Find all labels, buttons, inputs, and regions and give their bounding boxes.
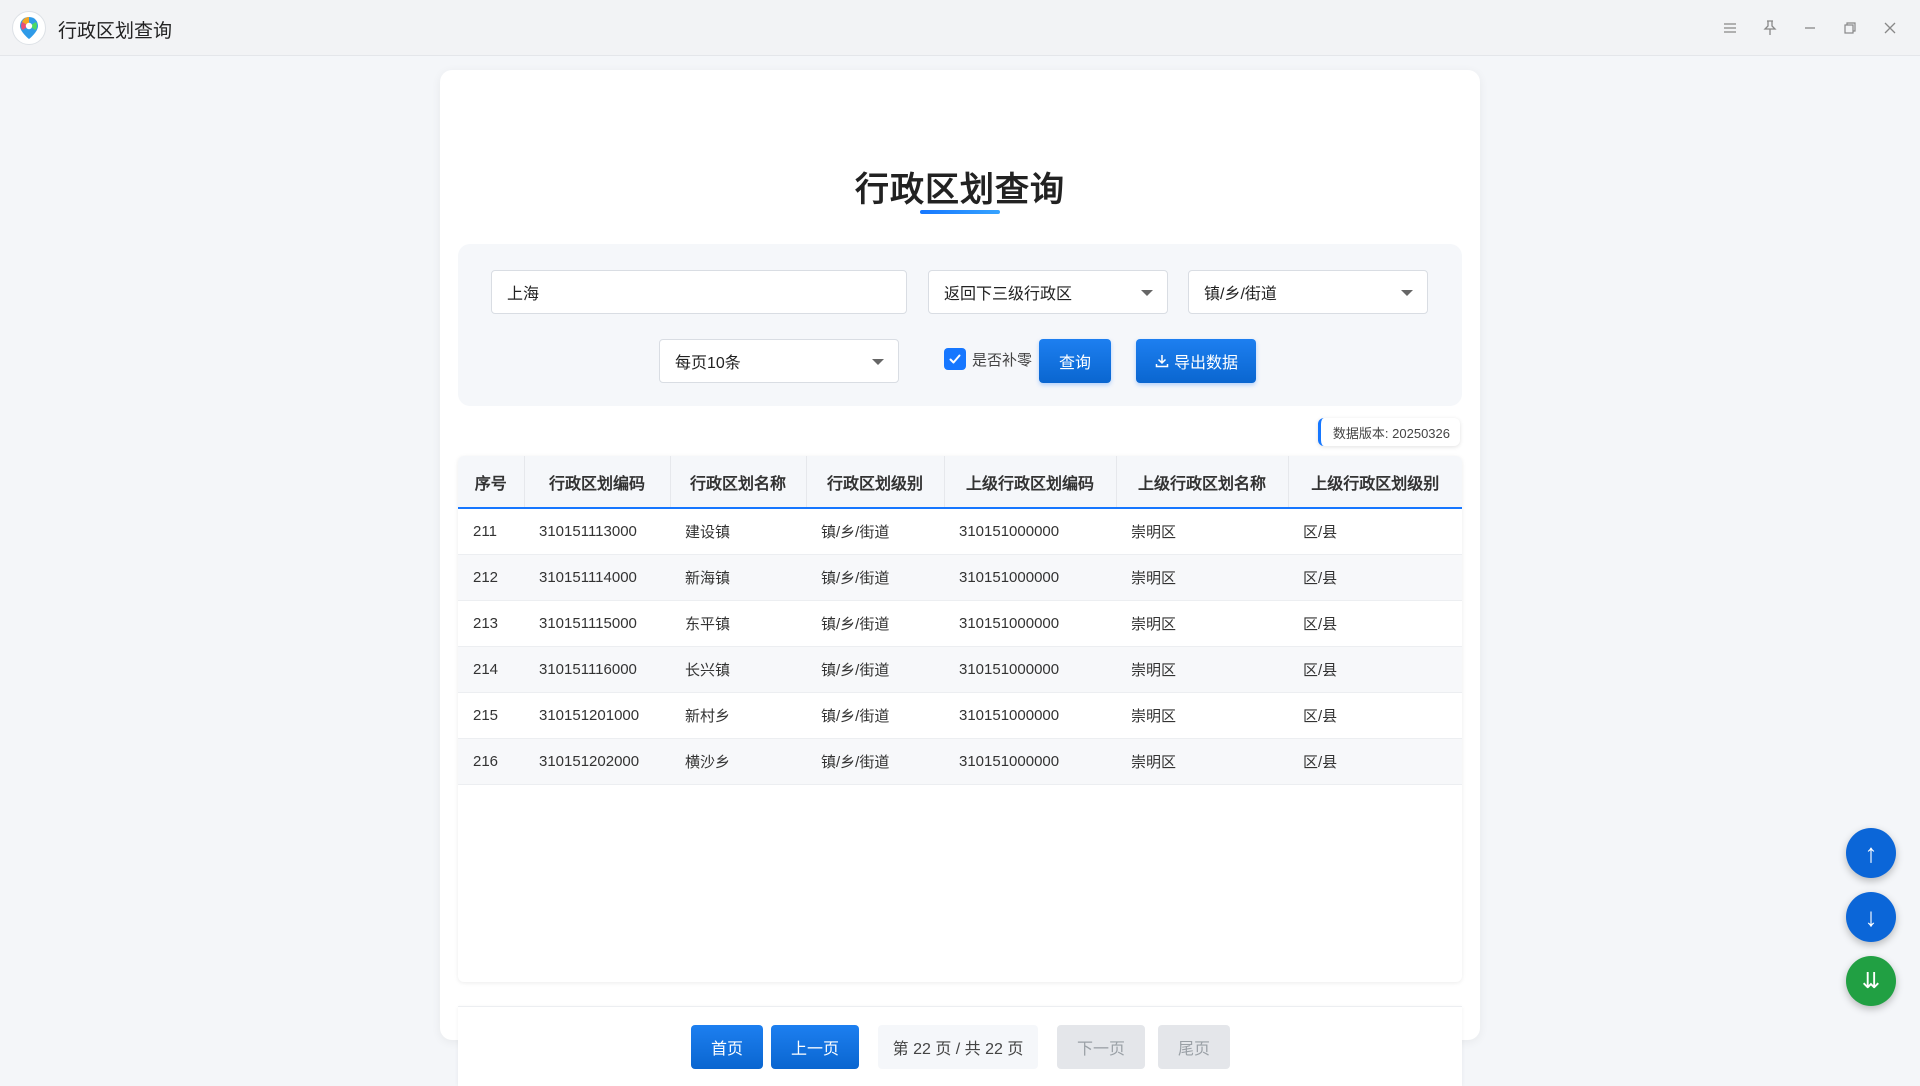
close-icon[interactable] — [1870, 14, 1910, 42]
title-bar: 行政区划查询 — [0, 0, 1920, 56]
table-cell: 区/县 — [1288, 508, 1462, 555]
menu-icon[interactable] — [1710, 14, 1750, 42]
query-button[interactable]: 查询 — [1039, 339, 1111, 383]
table-cell: 长兴镇 — [670, 646, 806, 693]
column-header[interactable]: 上级行政区划名称 — [1116, 456, 1289, 509]
table-cell: 211 — [458, 508, 524, 555]
table-cell: 新村乡 — [670, 692, 806, 739]
column-header[interactable]: 行政区划编码 — [524, 456, 671, 509]
page-size-select-value: 每页10条 — [675, 355, 741, 372]
export-button-label: 导出数据 — [1173, 355, 1238, 372]
table-cell: 镇/乡/街道 — [806, 692, 944, 739]
table-row[interactable]: 212 310151114000 新海镇 镇/乡/街道 310151000000 崇明区区… — [458, 554, 1462, 601]
table-cell: 216 — [458, 738, 524, 785]
table-cell: 崇明区 — [1116, 646, 1288, 693]
table-row[interactable]: 215 310151201000 新村乡 镇/乡/街道 310151000000 崇明区区… — [458, 692, 1462, 739]
table-cell: 212 — [458, 554, 524, 601]
page-size-select[interactable]: 每页10条 — [659, 339, 899, 383]
table-cell: 镇/乡/街道 — [806, 554, 944, 601]
column-header[interactable]: 上级行政区划级别 — [1288, 456, 1462, 509]
table-cell: 区/县 — [1288, 554, 1462, 601]
table-cell: 区/县 — [1288, 692, 1462, 739]
table-cell: 310151201000 — [524, 692, 670, 739]
level-select[interactable]: 返回下三级行政区 — [928, 270, 1168, 314]
table-cell: 213 — [458, 600, 524, 647]
table-cell: 310151000000 — [944, 508, 1116, 555]
minimize-icon[interactable] — [1790, 14, 1830, 42]
table-cell: 崇明区 — [1116, 554, 1288, 601]
scroll-bottom-button[interactable]: ⇊ — [1846, 956, 1896, 1006]
table-cell: 310151000000 — [944, 646, 1116, 693]
column-header[interactable]: 序号 — [458, 456, 525, 509]
table-cell: 新海镇 — [670, 554, 806, 601]
data-version-badge: 数据版本: 20250326 — [1317, 418, 1460, 446]
table-cell: 建设镇 — [670, 508, 806, 555]
scroll-up-button[interactable]: ↑ — [1846, 828, 1896, 878]
table-cell: 区/县 — [1288, 600, 1462, 647]
chevron-down-icon — [1401, 290, 1413, 296]
table-cell: 310151000000 — [944, 554, 1116, 601]
type-select-value: 镇/乡/街道 — [1204, 286, 1277, 303]
type-select[interactable]: 镇/乡/街道 — [1188, 270, 1428, 314]
table-cell: 镇/乡/街道 — [806, 508, 944, 555]
zero-pad-checkbox-wrap: 是否补零 — [944, 348, 1032, 370]
table-cell: 区/县 — [1288, 738, 1462, 785]
query-button-label: 查询 — [1058, 355, 1091, 372]
window-title: 行政区划查询 — [58, 21, 173, 42]
arrow-up-icon: ↑ — [1864, 837, 1878, 868]
table-cell: 310151202000 — [524, 738, 670, 785]
app-logo-icon — [12, 11, 46, 45]
level-select-value: 返回下三级行政区 — [944, 286, 1073, 303]
table-cell: 崇明区 — [1116, 600, 1288, 647]
pagination: 首页 上一页 第 22 页 / 共 22 页 下一页 尾页 — [458, 1006, 1462, 1086]
table-cell: 崇明区 — [1116, 738, 1288, 785]
chevron-down-icon — [1141, 290, 1153, 296]
download-icon — [1155, 355, 1169, 368]
export-button[interactable]: 导出数据 — [1136, 339, 1256, 383]
table-cell: 310151114000 — [524, 554, 670, 601]
pin-icon[interactable] — [1750, 14, 1790, 42]
table-cell: 区/县 — [1288, 646, 1462, 693]
window-controls — [1710, 14, 1910, 42]
table-row[interactable]: 211 310151113000 建设镇 镇/乡/街道 310151000000 崇明区区… — [458, 508, 1462, 555]
page-title: 行政区划查询 — [855, 171, 1065, 209]
table-row[interactable]: 216 310151202000 横沙乡 镇/乡/街道 310151000000 崇明区区… — [458, 738, 1462, 785]
column-header[interactable]: 行政区划级别 — [806, 456, 945, 509]
column-header[interactable]: 行政区划名称 — [670, 456, 807, 509]
table-cell: 310151000000 — [944, 600, 1116, 647]
table-cell: 310151116000 — [524, 646, 670, 693]
table-cell: 310151000000 — [944, 738, 1116, 785]
keyword-input[interactable]: 上海 — [491, 270, 907, 314]
zero-pad-label: 是否补零 — [972, 351, 1033, 369]
table-cell: 310151115000 — [524, 600, 670, 647]
check-icon — [949, 354, 961, 364]
keyword-input-value: 上海 — [507, 286, 540, 303]
table-cell: 东平镇 — [670, 600, 806, 647]
chevron-down-icon — [872, 359, 884, 365]
table-row[interactable]: 214 310151116000 长兴镇 镇/乡/街道 310151000000 崇明区区… — [458, 646, 1462, 693]
results-table: 序号 行政区划编码 行政区划名称 行政区划级别 上级行政区划编码 上级行政区划名… — [458, 456, 1462, 982]
table-cell: 214 — [458, 646, 524, 693]
table-cell: 崇明区 — [1116, 692, 1288, 739]
table-cell: 镇/乡/街道 — [806, 738, 944, 785]
restore-icon[interactable] — [1830, 14, 1870, 42]
main-card: 行政区划查询 上海 返回下三级行政区 镇/乡/街道 每页10条 是否补零 查询 — [440, 70, 1480, 1086]
table-header-row: 序号 行政区划编码 行政区划名称 行政区划级别 上级行政区划编码 上级行政区划名… — [458, 456, 1462, 509]
table-cell: 镇/乡/街道 — [806, 600, 944, 647]
filter-panel: 上海 返回下三级行政区 镇/乡/街道 每页10条 是否补零 查询 导出数据 — [458, 244, 1462, 406]
column-header[interactable]: 上级行政区划编码 — [944, 456, 1117, 509]
table-cell: 215 — [458, 692, 524, 739]
table-cell: 崇明区 — [1116, 508, 1288, 555]
title-underline — [920, 210, 1000, 214]
table-cell: 横沙乡 — [670, 738, 806, 785]
table-cell: 镇/乡/街道 — [806, 646, 944, 693]
double-arrow-down-icon: ⇊ — [1861, 968, 1881, 993]
table-cell: 310151000000 — [944, 692, 1116, 739]
zero-pad-checkbox[interactable] — [944, 348, 966, 370]
scroll-down-button[interactable]: ↓ — [1846, 892, 1896, 942]
table-row[interactable]: 213 310151115000 东平镇 镇/乡/街道 310151000000 崇明区区… — [458, 600, 1462, 647]
table-cell: 310151113000 — [524, 508, 670, 555]
arrow-down-icon: ↓ — [1864, 901, 1878, 932]
